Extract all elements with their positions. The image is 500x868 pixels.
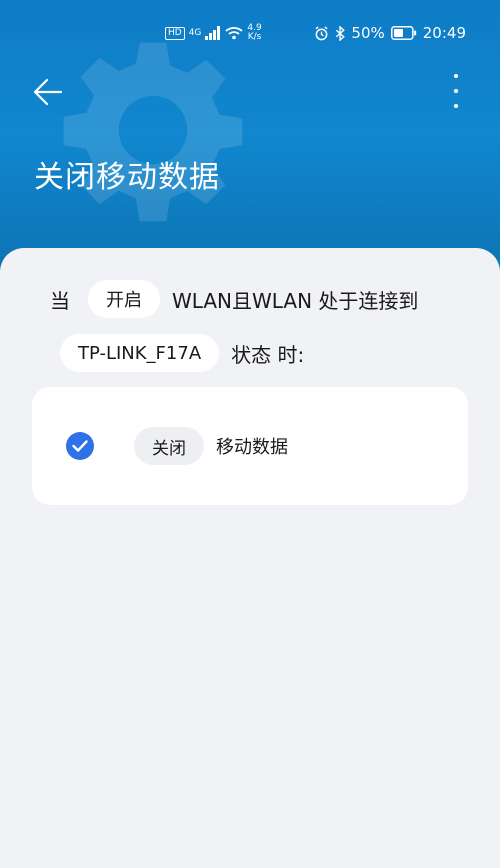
action-selector[interactable]: 关闭 xyxy=(134,427,204,465)
condition-prefix: 当 xyxy=(50,288,70,313)
more-options-button[interactable] xyxy=(446,74,466,108)
more-vertical-icon xyxy=(454,74,458,78)
bluetooth-icon xyxy=(336,25,346,41)
back-button[interactable] xyxy=(30,74,66,110)
network-type: 4G xyxy=(188,28,202,38)
clock: 20:49 xyxy=(422,24,466,42)
more-vertical-icon-dot xyxy=(454,89,458,93)
status-bar: HD 4G 4.9 K/s 50% 20:49 xyxy=(0,22,500,46)
battery-percent: 50% xyxy=(351,24,385,42)
gear-icon xyxy=(63,42,243,222)
condition-row-1: 当 开启 WLAN且WLAN 处于连接到 xyxy=(50,280,418,318)
network-name-selector[interactable]: TP-LINK_F17A xyxy=(60,334,220,372)
condition-suffix: 状态 时: xyxy=(231,342,305,367)
arrow-left-icon xyxy=(33,78,63,106)
wifi-icon xyxy=(225,27,244,40)
action-checkbox[interactable] xyxy=(66,432,94,460)
page-title: 关闭移动数据 xyxy=(34,160,220,195)
cell-signal-icon xyxy=(205,26,221,40)
action-row: 关闭 移动数据 xyxy=(134,427,288,465)
network-speed: 4.9 K/s xyxy=(247,24,261,42)
condition-row-2: TP-LINK_F17A 状态 时: xyxy=(60,334,304,372)
battery-icon xyxy=(390,26,416,40)
action-target: 移动数据 xyxy=(216,437,288,458)
hd-badge: HD xyxy=(165,26,185,40)
speed-unit: K/s xyxy=(247,32,262,42)
wlan-condition-text: WLAN且WLAN 处于连接到 xyxy=(172,288,419,313)
wlan-state-selector[interactable]: 开启 xyxy=(88,280,160,318)
more-vertical-icon-dot xyxy=(454,104,458,108)
alarm-icon xyxy=(315,25,328,40)
checkmark-icon xyxy=(72,440,88,452)
